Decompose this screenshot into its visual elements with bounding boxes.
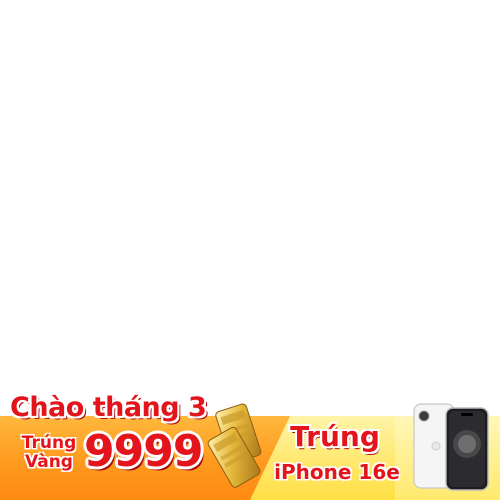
iphone-image [413,403,489,491]
promo-banner: Chào tháng 3 Trúng Vàng 9999 Trúng iPhon… [0,390,500,500]
win-label-line1: Trúng [21,433,77,453]
prize-title: Trúng [290,420,380,453]
product-image-area [0,0,500,390]
promo-headline: Chào tháng 3 [10,392,207,423]
win-gold-label: Trúng Vàng [14,434,84,472]
gold-amount: 9999 [84,426,203,477]
win-label-line2: Vàng [25,452,73,472]
prize-model: iPhone 16e [274,460,400,484]
